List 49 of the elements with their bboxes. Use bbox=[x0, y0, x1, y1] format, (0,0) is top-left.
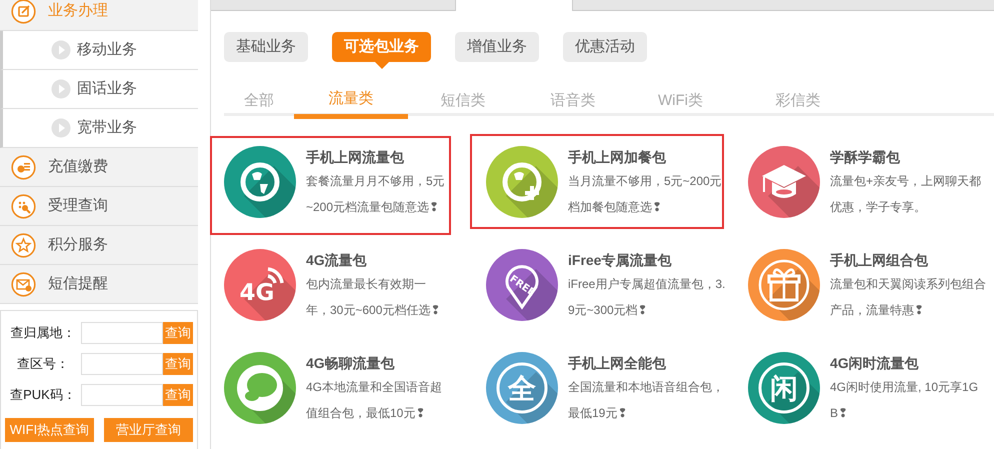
top-tab[interactable] bbox=[573, 0, 994, 11]
mail-icon bbox=[11, 272, 36, 296]
category-tab[interactable]: 基础业务 bbox=[224, 32, 308, 62]
4g-signal-icon: 4G bbox=[224, 249, 296, 321]
sidebar-item[interactable]: 宽带业务 bbox=[0, 109, 198, 148]
character-badge-icon: 全 bbox=[486, 352, 558, 424]
category-tab[interactable]: 优惠活动 bbox=[563, 32, 647, 62]
edit-icon bbox=[11, 0, 36, 24]
sidebar-item[interactable]: 积分服务 bbox=[0, 226, 198, 265]
top-tab[interactable] bbox=[211, 0, 333, 11]
sidebar-item[interactable]: 固话业务 bbox=[0, 70, 198, 109]
category-tab[interactable]: 增值业务 bbox=[455, 32, 539, 62]
play-icon bbox=[51, 118, 71, 138]
input-field[interactable] bbox=[81, 352, 163, 374]
field-label: 查区号： bbox=[16, 354, 70, 373]
top-tab[interactable] bbox=[333, 0, 455, 11]
play-icon bbox=[51, 40, 71, 60]
package-title[interactable]: 手机上网组合包 bbox=[830, 249, 988, 271]
sidebar-item[interactable]: 充值缴费 bbox=[0, 148, 198, 187]
character-badge-icon: 闲 bbox=[748, 352, 820, 424]
package-description: 4G本地流量和全国语音超值组合包，最低10元❢ bbox=[306, 379, 444, 422]
package-description: 套餐流量月月不够用，5元~200元档流量包随意选❢ bbox=[306, 173, 446, 216]
package-description: 包内流量最长有效期一年，30元~600元档任选❢ bbox=[306, 276, 442, 319]
package-title[interactable]: 4G闲时流量包 bbox=[830, 352, 988, 374]
sidebar-item[interactable]: 移动业务 bbox=[0, 31, 198, 70]
package-description: 流量包和天翼阅读系列包组合产品，流量特惠❢ bbox=[830, 276, 987, 319]
sidebar-item[interactable]: 短信提醒 bbox=[0, 265, 198, 304]
package-title[interactable]: 4G畅聊流量包 bbox=[306, 352, 447, 374]
package-description: 流量包+亲友号，上网聊天都优惠，学子专享。 bbox=[830, 173, 982, 216]
package-title[interactable]: 手机上网加餐包 bbox=[568, 146, 726, 168]
field-label: 查PUK码： bbox=[9, 386, 77, 404]
sidebar-item[interactable]: 受理查询 bbox=[0, 187, 198, 226]
package-description: iFree用户专属超值流量包，3.9元~300元档❢ bbox=[568, 276, 726, 319]
coins-icon bbox=[11, 154, 36, 180]
package-description: 全国流量和本地语音组合包，最低19元❢ bbox=[568, 379, 725, 422]
package-description: 4G闲时使用流量, 10元享1GB❢ bbox=[830, 379, 980, 422]
field-label: 查归属地： bbox=[10, 324, 76, 342]
search-icon bbox=[11, 194, 36, 218]
package-description: 当月流量不够用，5元~200元档加餐包随意选❢ bbox=[568, 173, 723, 216]
package-title[interactable]: 4G流量包 bbox=[306, 249, 447, 271]
package-title[interactable]: 学酥学霸包 bbox=[830, 146, 988, 168]
package-title[interactable]: 手机上网流量包 bbox=[306, 146, 447, 168]
tab-pointer-icon bbox=[374, 62, 388, 69]
package-title[interactable]: 手机上网全能包 bbox=[568, 352, 726, 374]
package-title[interactable]: iFree专属流量包 bbox=[568, 249, 726, 271]
top-tab[interactable] bbox=[455, 0, 573, 11]
play-icon bbox=[51, 79, 71, 99]
input-field[interactable] bbox=[81, 384, 163, 406]
input-field[interactable] bbox=[81, 322, 163, 344]
